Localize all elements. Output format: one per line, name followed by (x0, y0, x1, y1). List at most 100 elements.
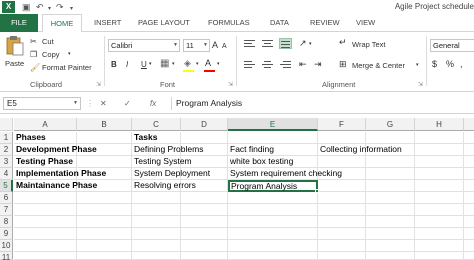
percent-icon[interactable]: % (446, 59, 454, 70)
cell-g1[interactable] (366, 132, 415, 144)
enter-icon[interactable]: ✓ (124, 97, 131, 110)
column-header-c[interactable]: C (132, 118, 181, 131)
cell-c10[interactable] (132, 240, 181, 252)
underline-button[interactable]: U (141, 59, 147, 70)
cell-d11[interactable] (181, 252, 228, 260)
orientation-dropdown-icon[interactable]: ▾ (309, 41, 312, 47)
cell-a9[interactable] (14, 228, 77, 240)
cell-e1[interactable] (228, 132, 318, 144)
column-header-e[interactable]: E (228, 118, 318, 131)
row-header-3[interactable]: 3 (0, 156, 13, 168)
row-header-1[interactable]: 1 (0, 132, 13, 144)
tab-review[interactable]: REVIEW (310, 14, 340, 32)
cell-d2[interactable] (181, 144, 228, 156)
cell-b3[interactable] (77, 156, 132, 168)
cancel-icon[interactable]: ✕ (100, 97, 107, 110)
cell-g8[interactable] (366, 216, 415, 228)
cell-b5[interactable] (77, 180, 132, 192)
row-header-8[interactable]: 8 (0, 216, 13, 228)
cell-i5[interactable] (464, 180, 474, 192)
cell-c4[interactable]: System Deployment (132, 168, 210, 180)
cell-c9[interactable] (132, 228, 181, 240)
undo-icon[interactable]: ↶ (36, 1, 44, 13)
bold-button[interactable]: B (111, 59, 117, 70)
cell-h6[interactable] (415, 192, 464, 204)
column-header-g[interactable]: G (366, 118, 415, 131)
row-header-10[interactable]: 10 (0, 240, 13, 252)
tab-insert[interactable]: INSERT (94, 14, 121, 32)
cell-c5[interactable]: Resolving errors (132, 180, 196, 192)
orientation-icon[interactable]: ↗ (299, 38, 307, 49)
merge-center-button[interactable]: Merge & Center (352, 61, 405, 70)
cell-b11[interactable] (77, 252, 132, 260)
cell-f7[interactable] (318, 204, 366, 216)
merge-dropdown-icon[interactable]: ▾ (416, 62, 419, 68)
cell-g11[interactable] (366, 252, 415, 260)
cell-f3[interactable] (318, 156, 366, 168)
cell-e3[interactable]: white box testing (228, 156, 318, 168)
chevron-down-icon[interactable]: ▼ (73, 98, 78, 109)
cell-g2[interactable] (366, 144, 415, 156)
select-all-button[interactable] (0, 118, 13, 131)
cell-h7[interactable] (415, 204, 464, 216)
middle-align-icon[interactable] (261, 38, 274, 49)
clipboard-launcher-icon[interactable]: ⇲ (96, 81, 101, 88)
font-color-dropdown-icon[interactable]: ▾ (217, 61, 220, 67)
row-header-5[interactable]: 5 (0, 180, 13, 192)
formula-input[interactable]: Program Analysis (171, 97, 471, 110)
cell-a8[interactable] (14, 216, 77, 228)
cell-d7[interactable] (181, 204, 228, 216)
fill-handle[interactable] (315, 189, 319, 193)
cell-b10[interactable] (77, 240, 132, 252)
cut-button[interactable]: Cut (42, 37, 54, 46)
cell-h2[interactable] (415, 144, 464, 156)
row-header-4[interactable]: 4 (0, 168, 13, 180)
cell-a6[interactable] (14, 192, 77, 204)
font-name-select[interactable]: Calibri ▼ (108, 39, 180, 52)
bottom-align-icon[interactable] (279, 38, 292, 49)
increase-indent-icon[interactable]: ⇥ (314, 59, 322, 70)
currency-icon[interactable]: $ (432, 59, 437, 70)
row-header-11[interactable]: 11 (0, 252, 13, 260)
underline-dropdown-icon[interactable]: ▾ (149, 61, 152, 67)
top-align-icon[interactable] (243, 38, 256, 49)
cell-e10[interactable] (228, 240, 318, 252)
cell-a1[interactable]: Phases (14, 132, 77, 144)
cell-d3[interactable] (181, 156, 228, 168)
save-icon[interactable]: ▣ (22, 1, 31, 13)
tab-data[interactable]: DATA (270, 14, 289, 32)
cell-b1[interactable] (77, 132, 132, 144)
decrease-indent-icon[interactable]: ⇤ (299, 59, 307, 70)
excel-app-icon[interactable]: X (2, 1, 15, 13)
copy-button[interactable]: Copy (42, 50, 60, 59)
cell-g10[interactable] (366, 240, 415, 252)
align-right-icon[interactable] (279, 59, 292, 70)
column-header-f[interactable]: F (318, 118, 366, 131)
wrap-text-button[interactable]: Wrap Text (352, 40, 386, 49)
cell-f5[interactable] (318, 180, 366, 192)
shrink-font-button[interactable]: A (222, 41, 227, 52)
cell-h9[interactable] (415, 228, 464, 240)
cell-i10[interactable] (464, 240, 474, 252)
row-header-9[interactable]: 9 (0, 228, 13, 240)
cell-i11[interactable] (464, 252, 474, 260)
cell-d8[interactable] (181, 216, 228, 228)
insert-function-icon[interactable]: fx (150, 97, 156, 110)
cell-c1[interactable]: Tasks (132, 132, 181, 144)
font-launcher-icon[interactable]: ⇲ (228, 81, 233, 88)
cell-b6[interactable] (77, 192, 132, 204)
column-header-next[interactable] (464, 118, 474, 131)
cell-c8[interactable] (132, 216, 181, 228)
row-header-2[interactable]: 2 (0, 144, 13, 156)
cell-h11[interactable] (415, 252, 464, 260)
cell-h10[interactable] (415, 240, 464, 252)
number-format-select[interactable]: General (430, 39, 474, 52)
cell-f9[interactable] (318, 228, 366, 240)
cell-f8[interactable] (318, 216, 366, 228)
copy-dropdown-icon[interactable]: ▾ (68, 51, 71, 57)
cell-i9[interactable] (464, 228, 474, 240)
borders-icon[interactable]: ▦ (160, 58, 169, 69)
name-box[interactable]: E5 ▼ (3, 97, 81, 110)
cell-d6[interactable] (181, 192, 228, 204)
cell-f2[interactable]: Collecting information (318, 144, 402, 156)
